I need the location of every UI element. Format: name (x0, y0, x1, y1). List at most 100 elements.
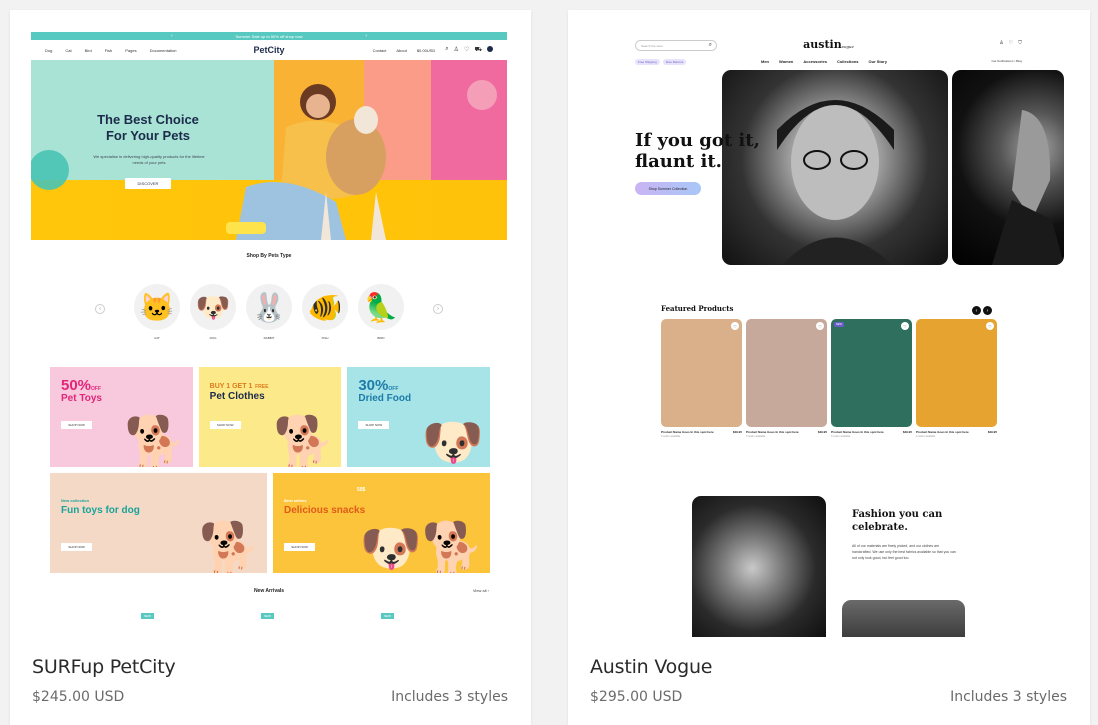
nav-item[interactable]: Accessories (803, 59, 827, 64)
shop-now-button[interactable]: SHOP NOW (209, 421, 241, 429)
nav-item[interactable]: Pages (125, 48, 136, 53)
pet-category[interactable]: 🦜 BIRD (358, 284, 404, 340)
nav-item[interactable]: About (396, 48, 406, 53)
heart-icon[interactable]: ♡ (901, 322, 909, 330)
nav-item[interactable]: Cat (65, 48, 71, 53)
theme-card-austin[interactable]: Search the store ⌕ austinvogue ♙ ♡ ⛉ Fre… (568, 10, 1090, 725)
dog-icon: 🐕 (273, 414, 336, 467)
pet-category[interactable]: 🐱 CAT (134, 284, 180, 340)
announcement-bar: ‹ Summer Sale up to 50% off shop now › (31, 32, 507, 40)
cart-icon[interactable]: ⛟ (474, 46, 482, 54)
theme-preview-petcity[interactable]: ‹ Summer Sale up to 50% off shop now › D… (31, 32, 507, 637)
product-image: ♡ (661, 319, 742, 427)
shop-now-button[interactable]: SHOP NOW (61, 543, 92, 551)
shop-now-button[interactable]: SHOP NOW (284, 543, 315, 551)
feature-text: All of our materials are finely picked, … (852, 544, 956, 560)
promo-tile-snacks[interactable]: Best sellers Delicious snacks 50$ SHOP N… (273, 473, 490, 573)
nav-item[interactable]: Women (779, 59, 793, 64)
pet-category[interactable]: 🐶 DOG (190, 284, 236, 340)
hero-subtitle: We specialise in delivering high-quality… (93, 154, 205, 165)
promo-tile-pet-clothes[interactable]: BUY 1 GET 1 FREE Pet Clothes SHOP NOW 🐕 (198, 367, 342, 467)
nav-item[interactable]: Bird (85, 48, 92, 53)
pet-category-carousel: ‹ 🐱 CAT 🐶 DOG 🐰 RABBIT 🐠 FISH 🦜 BIRD › (31, 284, 507, 340)
cat-icon: 🐱 (134, 284, 180, 330)
user-icon[interactable]: ♙ (454, 46, 459, 54)
search-input[interactable]: Search the store ⌕ (635, 40, 717, 51)
theme-styles-count: Includes 3 styles (391, 689, 508, 705)
theme-price: $245.00 USD (32, 689, 125, 705)
arrow-left-icon[interactable]: ‹ (972, 306, 981, 315)
section-title-pets: Shop By Pets Type (246, 253, 292, 259)
cart-count-dot (487, 46, 493, 52)
bag-icon[interactable]: ⛉ (1018, 40, 1022, 46)
promo-tile-fun-toys[interactable]: New collection Fun toys for dog SHOP NOW… (50, 473, 267, 573)
price-badge: 50$ (357, 487, 366, 493)
theme-title[interactable]: Austin Vogue (590, 656, 712, 678)
nav-item[interactable]: Collections (837, 59, 859, 64)
discover-button[interactable]: DISCOVER (125, 178, 171, 189)
shop-now-button[interactable]: SHOP NOW (61, 421, 92, 429)
heart-icon[interactable]: ♡ (986, 322, 994, 330)
nav-item[interactable]: Fish (105, 48, 113, 53)
nav-item[interactable]: Our Story (869, 59, 887, 64)
currency-selector[interactable]: $0.00USD (417, 48, 435, 53)
product-card[interactable]: ♡ Product Name Goes In this spot here $49… (916, 319, 997, 438)
product-grid: ♡ Product Name Goes In this spot here $49… (661, 319, 997, 438)
heart-icon[interactable]: ♡ (816, 322, 824, 330)
header-icons: ♙ ♡ ⛉ (999, 40, 1022, 46)
login-link[interactable]: Get Notifications / Blog (991, 59, 1022, 63)
new-badge: NEW (381, 613, 394, 619)
hero-title: If you got it, flaunt it. (635, 130, 760, 172)
product-card[interactable]: NEW ♡ Product Name Goes In this spot her… (831, 319, 912, 438)
hero-photo-woman-dog (226, 84, 386, 240)
theme-card-petcity[interactable]: ‹ Summer Sale up to 50% off shop now › D… (10, 10, 531, 725)
dog-icon: 🐶 (421, 414, 485, 467)
heart-icon[interactable]: ♡ (1009, 40, 1013, 46)
arrow-right-icon[interactable]: › (983, 306, 992, 315)
promo-tile-pet-toys[interactable]: 50%OFF Pet Toys SHOP NOW 🐕 (50, 367, 193, 467)
dog-icon: 🐕 (198, 520, 261, 573)
pill: Free Returns (662, 59, 687, 65)
new-badge: NEW (834, 322, 844, 327)
theme-price: $295.00 USD (590, 689, 683, 705)
heart-icon[interactable]: ♡ (464, 46, 469, 54)
hero-title: The Best Choice For Your Pets (97, 112, 199, 143)
pet-category[interactable]: 🐰 RABBIT (246, 284, 292, 340)
nav-item[interactable]: Contact (373, 48, 387, 53)
product-card[interactable]: ♡ Product Name Goes In this spot here $49… (661, 319, 742, 438)
user-icon[interactable]: ♙ (999, 40, 1003, 46)
shop-now-button[interactable]: SHOP NOW (358, 421, 390, 429)
shop-summer-button[interactable]: Shop Summer Collection (635, 182, 701, 195)
new-badge: NEW (261, 613, 274, 619)
product-card[interactable]: ♡ Product Name Goes In this spot here $49… (746, 319, 827, 438)
pet-category[interactable]: 🐠 FISH (302, 284, 348, 340)
nav-item[interactable]: Documentation (150, 48, 177, 53)
theme-preview-austin[interactable]: Search the store ⌕ austinvogue ♙ ♡ ⛉ Fre… (591, 32, 1066, 637)
site-nav: Dog Cat Bird Fish Pages Documentation Pe… (31, 40, 507, 60)
feature-title: Fashion you can celebrate. (852, 509, 943, 533)
theme-title[interactable]: SURFup PetCity (32, 656, 176, 678)
feature-photo-woman (692, 496, 826, 637)
product-image: ♡ (916, 319, 997, 427)
paw-decoration (467, 80, 497, 110)
dog-icon: 🐶 (190, 284, 236, 330)
chevron-right-icon[interactable]: › (433, 304, 443, 314)
site-logo: PetCity (253, 45, 285, 55)
chevron-left-icon[interactable]: ‹ (95, 304, 105, 314)
promo-tile-dried-food[interactable]: 30%OFF Dried Food SHOP NOW 🐶 (347, 367, 491, 467)
site-header: Search the store ⌕ austinvogue ♙ ♡ ⛉ Fre… (591, 32, 1066, 70)
search-icon[interactable]: ⌕ (445, 46, 448, 54)
promo-grid-row-1: 50%OFF Pet Toys SHOP NOW 🐕 BUY 1 GET 1 F… (50, 367, 491, 467)
heart-icon[interactable]: ♡ (731, 322, 739, 330)
chevron-right-icon: › (365, 33, 367, 39)
nav-item[interactable]: Dog (45, 48, 52, 53)
bird-icon: 🦜 (358, 284, 404, 330)
view-all-link[interactable]: View all › (473, 588, 489, 593)
nav-item[interactable]: Men (761, 59, 769, 64)
announcement-text: Summer Sale up to 50% off shop now (235, 33, 303, 39)
carousel-arrows: ‹ › (972, 306, 992, 315)
section-title-new-arrivals: New Arrivals (253, 588, 285, 594)
promo-pills: Free Shipping Free Returns (635, 59, 687, 65)
chevron-left-icon: ‹ (171, 33, 173, 39)
site-logo: austinvogue (803, 38, 854, 51)
